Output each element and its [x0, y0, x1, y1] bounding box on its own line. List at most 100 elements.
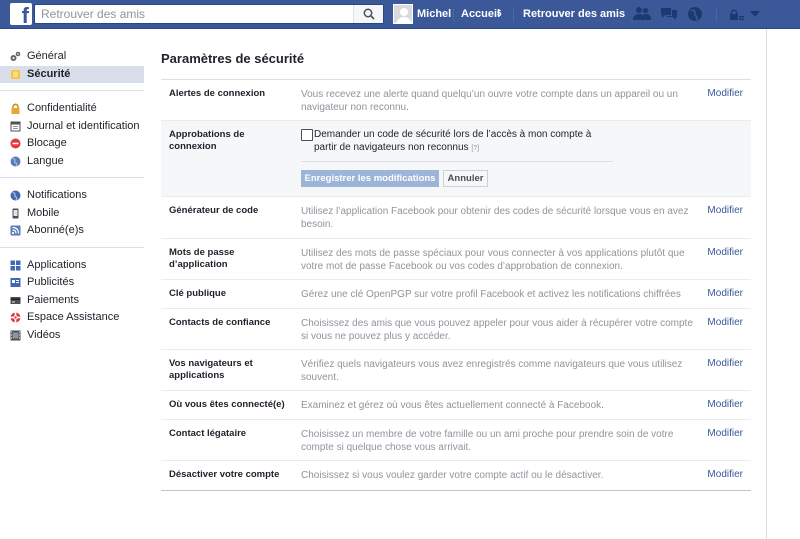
save-changes-button[interactable]: Enregistrer les modifications — [301, 170, 439, 187]
sidebar-item-privacy[interactable]: Confidentialité — [0, 100, 144, 118]
setting-label: Désactiver votre compte — [169, 469, 280, 480]
setting-description: Utilisez l’application Facebook pour obt… — [301, 206, 689, 230]
security-code-checkbox[interactable] — [301, 129, 313, 141]
nav-divider — [513, 7, 514, 22]
lifebuoy-icon — [10, 312, 21, 323]
edit-link[interactable]: Modifier — [707, 317, 743, 328]
edit-link[interactable]: Modifier — [707, 469, 743, 480]
edit-link[interactable]: Modifier — [707, 428, 743, 439]
sidebar-item-label: Publicités — [27, 276, 75, 288]
setting-description: Gérez une clé OpenPGP sur votre profil F… — [301, 289, 681, 300]
edit-link[interactable]: Modifier — [707, 288, 743, 299]
sidebar-item-support[interactable]: Espace Assistance — [0, 309, 144, 327]
mobile-icon — [12, 208, 19, 218]
profile-link[interactable]: Michel — [417, 8, 451, 20]
setting-description: Choisissez des amis que vous pouvez appe… — [301, 318, 693, 342]
setting-label: Vos navigateurs et applications — [169, 358, 253, 381]
setting-row-login-alerts[interactable]: Alertes de connexion Vous recevez une al… — [161, 80, 751, 121]
sidebar-group: Notifications Mobile Abonné(e)s — [0, 184, 144, 248]
setting-description: Choisissez un membre de votre famille ou… — [301, 429, 674, 453]
edit-link[interactable]: Modifier — [707, 247, 743, 258]
cancel-button[interactable]: Annuler — [443, 170, 488, 187]
friend-requests-icon[interactable] — [633, 6, 651, 22]
edit-link[interactable]: Modifier — [707, 358, 743, 369]
sidebar-item-label: Blocage — [27, 137, 67, 149]
sidebar-group: Confidentialité Journal et identificatio… — [0, 97, 144, 178]
setting-row-app-passwords[interactable]: Mots de passe d’application Utilisez des… — [161, 239, 751, 280]
sidebar-item-mobile[interactable]: Mobile — [0, 205, 144, 223]
setting-description: Vérifiez quels navigateurs vous avez enr… — [301, 359, 683, 383]
search-box — [34, 4, 384, 24]
setting-row-login-approvals: Approbations de connexion Demander un co… — [161, 121, 751, 197]
facebook-logo[interactable]: f — [10, 3, 32, 28]
nav-divider — [453, 7, 454, 22]
sidebar-item-ads[interactable]: Publicités — [0, 274, 144, 292]
divider — [301, 161, 613, 162]
settings-content: Paramètres de sécurité Alertes de connex… — [144, 29, 767, 539]
block-icon — [10, 138, 21, 149]
notifications-globe-icon[interactable] — [687, 6, 703, 22]
sidebar-item-followers[interactable]: Abonné(e)s — [0, 222, 144, 240]
sidebar-item-label: Journal et identification — [27, 119, 140, 132]
lock-icon — [11, 103, 20, 114]
setting-row-where-logged-in[interactable]: Où vous êtes connecté(e) Examinez et gér… — [161, 391, 751, 420]
sidebar-item-blocking[interactable]: Blocage — [0, 135, 144, 153]
globe-icon — [10, 190, 21, 201]
help-link[interactable]: [?] — [471, 145, 479, 152]
journal-icon — [10, 121, 21, 131]
search-icon — [363, 8, 375, 20]
chevron-down-icon[interactable] — [750, 11, 760, 18]
sidebar-item-language[interactable]: Langue — [0, 153, 144, 171]
setting-description: Examinez et gérez où vous êtes actuellem… — [301, 400, 604, 411]
sidebar-item-label: Notifications — [27, 189, 87, 201]
sidebar-item-label: Abonné(e)s — [27, 224, 84, 236]
nav-divider — [716, 7, 717, 22]
sidebar-item-notifications[interactable]: Notifications — [0, 187, 144, 205]
edit-link[interactable]: Modifier — [707, 88, 743, 99]
setting-label: Alertes de connexion — [169, 88, 266, 99]
sidebar-item-apps[interactable]: Applications — [0, 257, 144, 275]
setting-row-browsers-apps[interactable]: Vos navigateurs et applications Vérifiez… — [161, 350, 751, 391]
avatar[interactable] — [393, 4, 413, 24]
setting-row-code-generator[interactable]: Générateur de code Utilisez l’applicatio… — [161, 197, 751, 239]
shield-icon — [11, 69, 20, 79]
setting-row-trusted-contacts[interactable]: Contacts de confiance Choisissez des ami… — [161, 309, 751, 350]
ads-icon — [10, 278, 21, 287]
search-button[interactable] — [353, 5, 383, 23]
privacy-lock-icon[interactable] — [729, 9, 745, 21]
sidebar-item-label: Général — [27, 50, 67, 62]
facebook-logo-letter: f — [21, 3, 29, 28]
find-friends-link[interactable]: Retrouver des amis — [523, 8, 625, 20]
globe-icon — [10, 156, 21, 166]
sidebar-item-payments[interactable]: Paiements — [0, 292, 144, 310]
search-input[interactable] — [35, 5, 350, 23]
setting-label: Générateur de code — [169, 205, 259, 216]
sidebar-item-general[interactable]: Général — [0, 48, 144, 66]
setting-row-public-key[interactable]: Clé publique Gérez une clé OpenPGP sur v… — [161, 280, 751, 309]
sidebar-item-security[interactable]: Sécurité — [0, 65, 144, 83]
edit-link[interactable]: Modifier — [707, 399, 743, 410]
sidebar-item-label: Paiements — [27, 293, 79, 306]
rss-icon — [10, 225, 21, 236]
setting-description: Utilisez des mots de passe spéciaux pour… — [301, 248, 685, 272]
edit-link[interactable]: Modifier — [707, 205, 743, 216]
video-icon — [10, 330, 21, 340]
checkbox-text: Demander un code de sécurité lors de l’a… — [314, 129, 592, 153]
sidebar-item-label: Confidentialité — [27, 102, 97, 114]
sidebar-group: Général Sécurité — [0, 45, 144, 91]
messages-icon[interactable] — [660, 6, 678, 22]
sidebar-item-timeline[interactable]: Journal et identification — [0, 118, 144, 136]
settings-sidebar: Général Sécurité Confidentialité Journal… — [0, 45, 144, 357]
setting-label: Clé publique — [169, 288, 226, 299]
sidebar-item-label: Langue — [27, 154, 64, 167]
security-settings-list: Alertes de connexion Vous recevez une al… — [161, 79, 751, 491]
setting-row-legacy-contact[interactable]: Contact légataire Choisissez un membre d… — [161, 420, 751, 461]
sidebar-item-label: Espace Assistance — [27, 311, 120, 323]
home-link[interactable]: Accueil — [461, 8, 500, 20]
sidebar-item-label: Vidéos — [27, 328, 61, 341]
page-title: Paramètres de sécurité — [161, 51, 305, 66]
setting-row-deactivate[interactable]: Désactiver votre compte Choisissez si vo… — [161, 461, 751, 490]
gear-icon — [10, 51, 21, 61]
sidebar-item-videos[interactable]: Vidéos — [0, 327, 144, 345]
home-count-badge: 5 — [497, 9, 502, 18]
